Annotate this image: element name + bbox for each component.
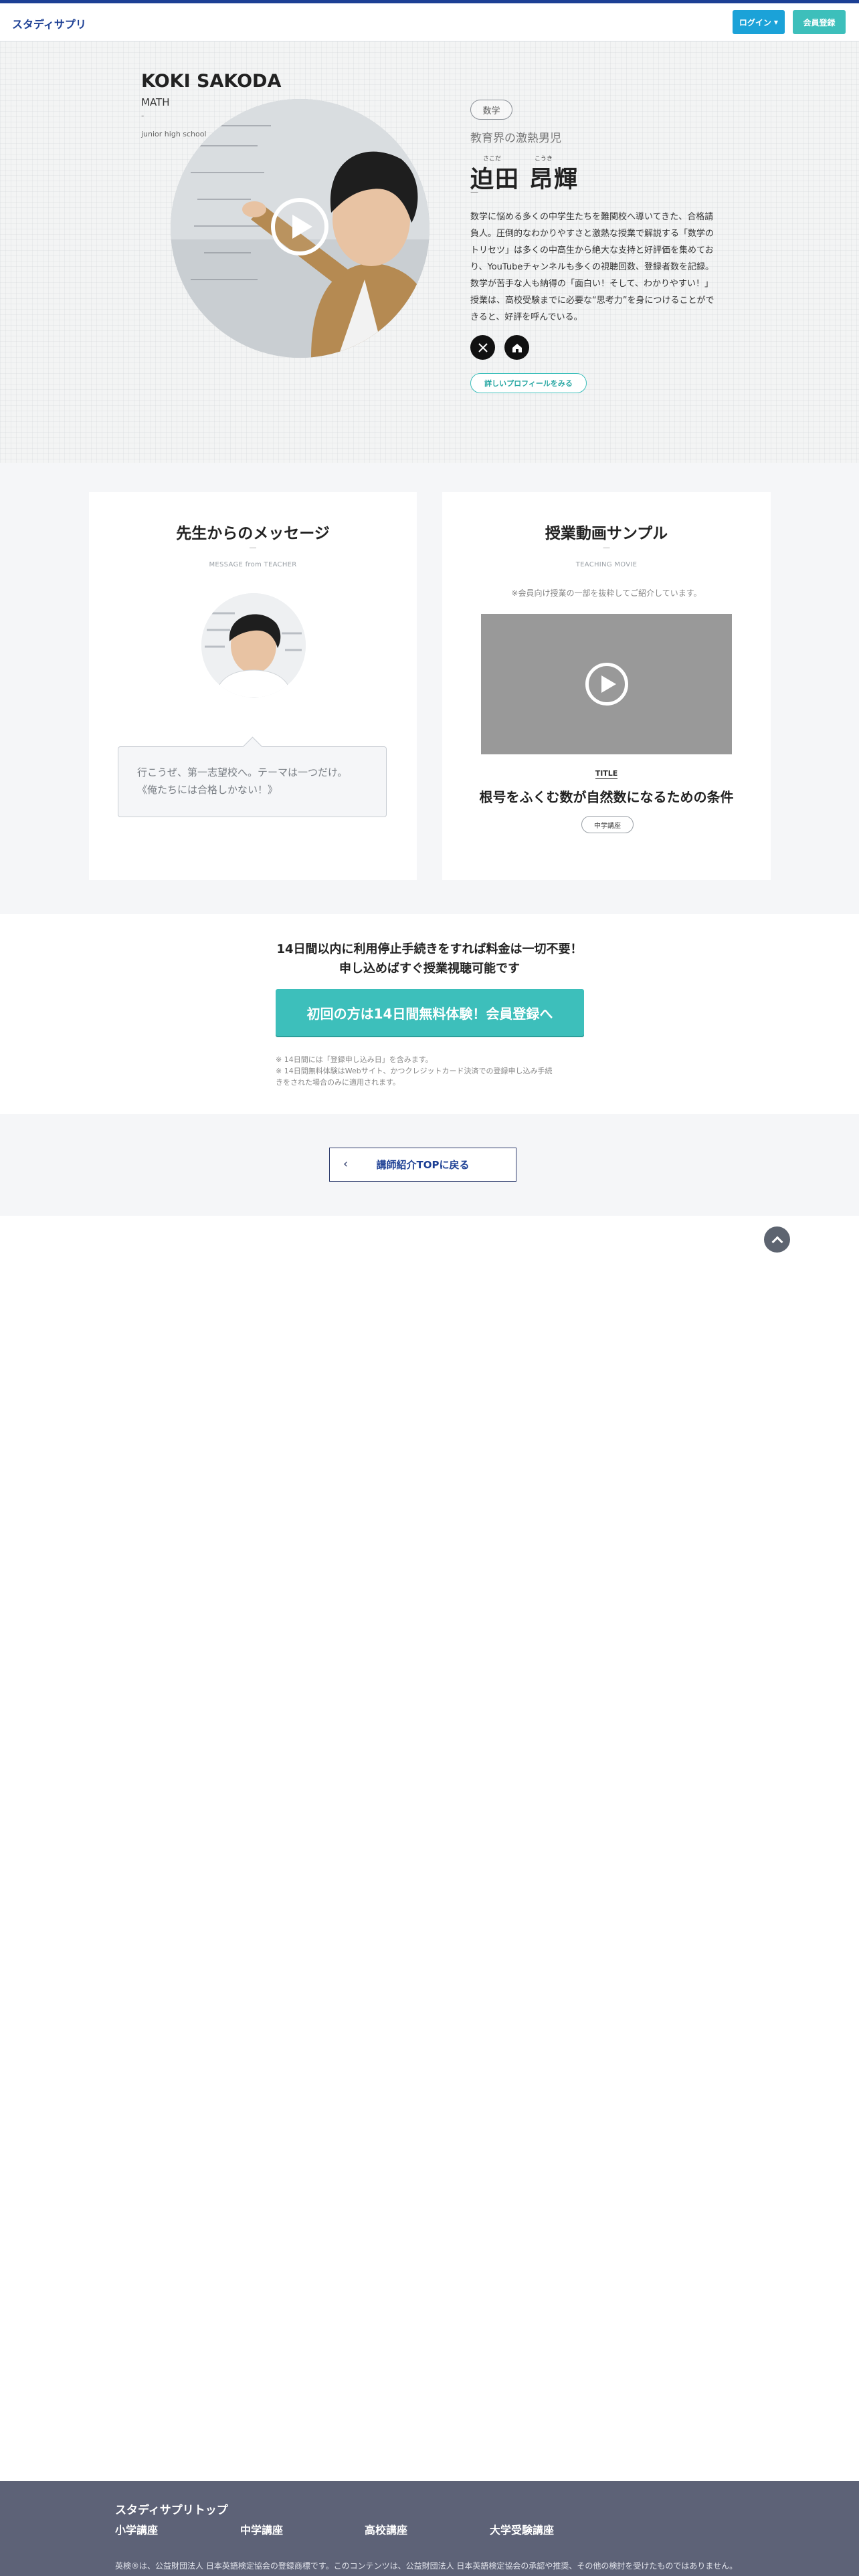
profile-detail-link[interactable]: 詳しいプロフィールをみる: [470, 373, 587, 393]
teacher-level-en: junior high school: [141, 130, 207, 138]
teacher-avatar: [201, 593, 306, 697]
subject-tag: 数学: [470, 100, 512, 120]
course-tag: 中学講座: [581, 816, 634, 833]
footer-top-link[interactable]: スタディサプリトップ: [115, 2500, 228, 2517]
teacher-name-en: KOKI SAKODA: [141, 71, 282, 92]
video-title: 根号をふくむ数が自然数になるための条件: [479, 789, 734, 805]
message-card: 先生からのメッセージ — MESSAGE from TEACHER 行こうぜ、第…: [89, 492, 417, 880]
teacher-hero: KOKI SAKODA MATH - junior high school 数学…: [0, 41, 859, 463]
video-card-title: 授業動画サンプル: [545, 525, 668, 542]
teacher-subject-en: MATH: [141, 96, 170, 108]
cta-headline: 14日間以内に利用停止手続きをすれば料金は一切不要！ 申し込めばすぐ授業視聴可能…: [0, 940, 859, 978]
video-card-subtitle: TEACHING MOVIE: [575, 561, 638, 568]
cta-note-line: ※ 14日間には「登録申し込み日」を含みます。: [276, 1055, 433, 1064]
back-to-teachers-button[interactable]: ‹ 講師紹介TOPに戻る: [329, 1148, 516, 1182]
register-button[interactable]: 会員登録: [793, 10, 846, 34]
cta-headline-line: 申し込めばすぐ授業視聴可能です: [339, 962, 520, 976]
site-logo[interactable]: スタディサプリ: [12, 15, 86, 31]
cta-headline-line: 14日間以内に利用停止手続きをすれば料金は一切不要！: [276, 942, 583, 956]
free-trial-register-button[interactable]: 初回の方は14日間無料体験！会員登録へ: [276, 989, 584, 1036]
footer-link-university-exam[interactable]: 大学受験講座: [490, 2521, 554, 2537]
video-note: ※会員向け授業の一部を抜粋してご紹介しています。: [511, 588, 702, 598]
x-logo-glyph: [478, 342, 488, 352]
login-button-label: ログイン: [739, 17, 771, 27]
message-line: 行こうぜ、第一志望校へ。テーマは一つだけ。: [137, 766, 348, 778]
teacher-bio: 数学に悩める多くの中学生たちを難関校へ導いてきた、合格請負人。圧倒的なわかりやす…: [470, 212, 714, 322]
footer-link-junior-high[interactable]: 中学講座: [240, 2521, 283, 2537]
message-line: 《俺たちには合格しかない！》: [137, 784, 278, 796]
scroll-to-top-button[interactable]: [764, 1226, 790, 1253]
video-card: 授業動画サンプル — TEACHING MOVIE ※会員向け授業の一部を抜粋し…: [442, 492, 771, 880]
message-card-subtitle: MESSAGE from TEACHER: [209, 561, 297, 568]
video-title-label-text: TITLE: [595, 769, 618, 779]
video-card-divider: —: [603, 543, 610, 552]
message-card-title: 先生からのメッセージ: [176, 525, 330, 542]
footer-link-elementary[interactable]: 小学講座: [115, 2521, 158, 2537]
name-divider: —: [470, 187, 478, 197]
teacher-name-jp: 迫田 昂輝: [470, 167, 579, 193]
footer-link-high-school[interactable]: 高校講座: [365, 2521, 407, 2537]
x-logo-icon[interactable]: [470, 335, 495, 360]
home-glyph: [512, 343, 522, 352]
chevron-left-icon: ‹: [343, 1157, 349, 1171]
cta-notes: ※ 14日間には「登録申し込み日」を含みます。 ※ 14日間無料体験はWebサイ…: [276, 1054, 590, 1088]
sample-video-player[interactable]: [481, 614, 732, 754]
cta-note-line: きをされた場合のみに適用されます。: [276, 1078, 400, 1087]
divider-dash: -: [141, 111, 145, 120]
site-header: スタディサプリ ログイン ▼ 会員登録: [0, 3, 859, 41]
footer-trademark-note: 英検®は、公益財団法人 日本英語検定協会の登録商標です。このコンテンツは、公益財…: [115, 2561, 738, 2571]
avatar-illustration: [201, 593, 306, 697]
teacher-message-bubble: 行こうぜ、第一志望校へ。テーマは一つだけ。 《俺たちには合格しかない！》: [118, 746, 387, 817]
chevron-up-icon: [771, 1236, 783, 1247]
site-footer: スタディサプリトップ 小学講座 中学講座 高校講座 大学受験講座 英検®は、公益…: [0, 2481, 859, 2576]
login-button[interactable]: ログイン ▼: [733, 10, 785, 34]
cta-note-line: ※ 14日間無料体験はWebサイト、かつクレジットカード決済での登録申し込み手続: [276, 1067, 553, 1075]
caret-down-icon: ▼: [773, 19, 779, 25]
message-card-divider: —: [249, 543, 257, 552]
play-video-icon[interactable]: [271, 198, 328, 255]
home-icon[interactable]: [504, 335, 529, 360]
teacher-catchphrase: 教育界の激熱男児: [470, 132, 561, 145]
play-video-icon[interactable]: [585, 663, 628, 706]
back-button-label: 講師紹介TOPに戻る: [376, 1159, 470, 1171]
video-title-label: TITLE: [442, 769, 771, 779]
